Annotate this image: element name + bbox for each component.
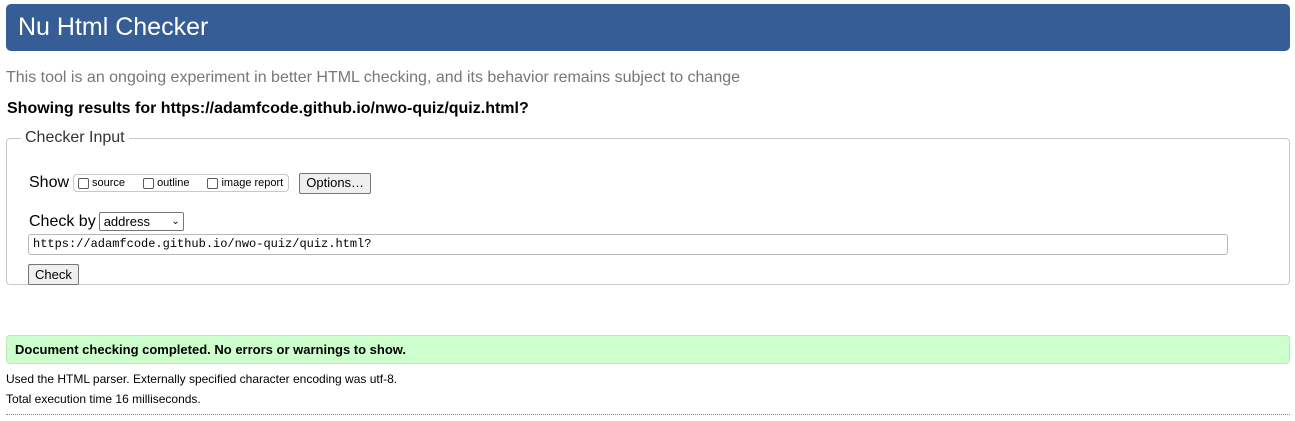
success-message-box: Document checking completed. No errors o… xyxy=(6,335,1290,364)
show-source-option[interactable]: source xyxy=(78,177,125,189)
header-bar: Nu Html Checker xyxy=(6,4,1290,51)
show-image-report-option[interactable]: image report xyxy=(207,177,283,189)
source-checkbox[interactable] xyxy=(78,177,90,189)
image-report-checkbox-label[interactable]: image report xyxy=(221,177,283,189)
divider xyxy=(6,414,1290,415)
show-outline-option[interactable]: outline xyxy=(143,177,189,189)
page-title: Nu Html Checker xyxy=(18,13,209,41)
outline-checkbox[interactable] xyxy=(143,177,155,189)
chevron-down-icon: ⌄ xyxy=(171,215,180,227)
show-row: Show source outline image report Options… xyxy=(29,171,372,195)
checker-input-legend: Checker Input xyxy=(25,129,125,146)
page: Nu Html Checker This tool is an ongoing … xyxy=(0,0,1295,421)
parser-info: Used the HTML parser. Externally specifi… xyxy=(6,372,398,386)
checker-input-fieldset: Checker Input Show source outline image … xyxy=(6,130,1290,285)
show-options-group: source outline image report xyxy=(73,174,290,192)
url-input[interactable]: https://adamfcode.github.io/nwo-quiz/qui… xyxy=(28,234,1228,255)
check-by-select[interactable]: address ⌄ xyxy=(98,212,184,231)
tagline: This tool is an ongoing experiment in be… xyxy=(6,69,741,86)
execution-time-info: Total execution time 16 milliseconds. xyxy=(6,392,201,406)
check-button[interactable]: Check xyxy=(28,264,79,285)
options-button[interactable]: Options… xyxy=(299,172,372,194)
image-report-checkbox[interactable] xyxy=(207,177,219,189)
success-message: Document checking completed. No errors o… xyxy=(15,342,407,357)
check-by-selected-value: address xyxy=(103,214,150,229)
check-by-label: Check by xyxy=(29,212,96,230)
check-by-row: Check by address ⌄ xyxy=(29,212,184,231)
show-label: Show xyxy=(29,174,70,191)
outline-checkbox-label[interactable]: outline xyxy=(157,177,189,189)
source-checkbox-label[interactable]: source xyxy=(92,177,125,189)
results-heading: Showing results for https://adamfcode.gi… xyxy=(7,100,529,117)
